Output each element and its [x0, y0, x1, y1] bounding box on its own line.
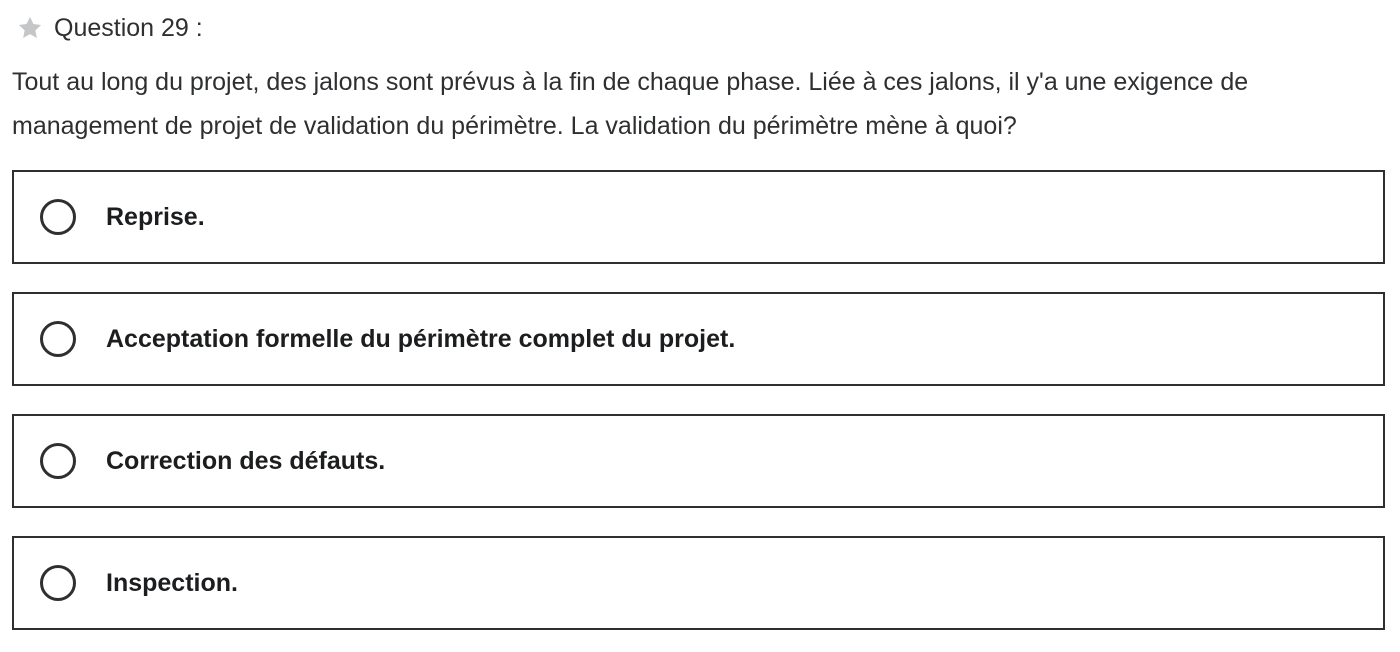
radio-button[interactable] — [40, 321, 76, 357]
answer-options: Reprise. Acceptation formelle du périmèt… — [12, 170, 1385, 652]
radio-button[interactable] — [40, 443, 76, 479]
answer-option-4[interactable]: Inspection. — [12, 536, 1385, 630]
option-label: Acceptation formelle du périmètre comple… — [106, 324, 736, 353]
answer-option-3[interactable]: Correction des défauts. — [12, 414, 1385, 508]
star-icon[interactable] — [14, 12, 46, 44]
question-header: Question 29 : — [14, 10, 203, 46]
question-text: Tout au long du projet, des jalons sont … — [12, 68, 1249, 140]
question-number: Question 29 : — [54, 13, 203, 42]
radio-button[interactable] — [40, 199, 76, 235]
radio-button[interactable] — [40, 565, 76, 601]
option-label: Correction des défauts. — [106, 446, 386, 475]
star-icon-shape — [18, 16, 42, 39]
answer-option-2[interactable]: Acceptation formelle du périmètre comple… — [12, 292, 1385, 386]
option-label: Inspection. — [106, 568, 238, 597]
answer-option-1[interactable]: Reprise. — [12, 170, 1385, 264]
option-label: Reprise. — [106, 202, 205, 231]
